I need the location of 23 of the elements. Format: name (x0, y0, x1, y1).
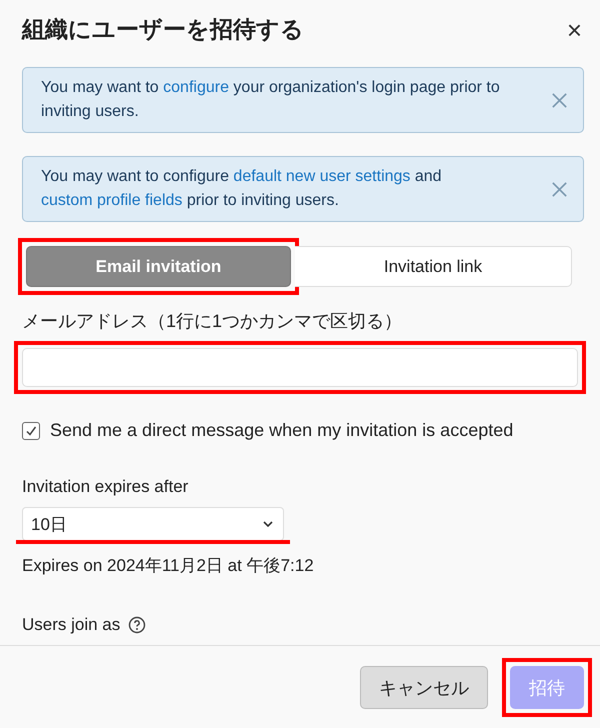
dialog-title: 組織にユーザーを招待する (22, 15, 304, 44)
link[interactable]: default new user settings (233, 168, 410, 185)
close-button[interactable]: × (562, 16, 586, 42)
banner-text: You may want to configure your organization's login page prior to inviting users. (41, 78, 501, 122)
cancel-button[interactable]: キャンセル (360, 666, 488, 709)
email-input-field[interactable] (22, 348, 578, 387)
banner-text: You may want to configure default new user settings and custom profile fields prior to inviting users. (41, 167, 443, 211)
field-label: メールアドレス（1行に1つかカンマで区切る） (22, 310, 404, 333)
help-icon[interactable] (128, 616, 146, 634)
checkbox-label: Send me a direct message when my invitation is accepted (50, 420, 514, 441)
chevron-down-icon (263, 521, 273, 527)
tab[interactable]: Invitation link (295, 246, 572, 287)
tab[interactable]: Email invitation (26, 246, 291, 287)
expiry-dropdown[interactable]: 10日 (22, 507, 284, 541)
checkmark-icon (24, 424, 38, 438)
close-icon[interactable] (550, 90, 569, 110)
close-icon[interactable] (550, 180, 569, 198)
expiry-date-text: Expires on 2024年11月2日 at 午後7:12 (22, 555, 315, 577)
field-label: Invitation expires after (22, 477, 190, 497)
checkbox[interactable] (22, 422, 40, 440)
field-label: Users join as (22, 615, 120, 635)
link[interactable]: configure (163, 79, 229, 96)
link[interactable]: custom profile fields (41, 192, 182, 209)
